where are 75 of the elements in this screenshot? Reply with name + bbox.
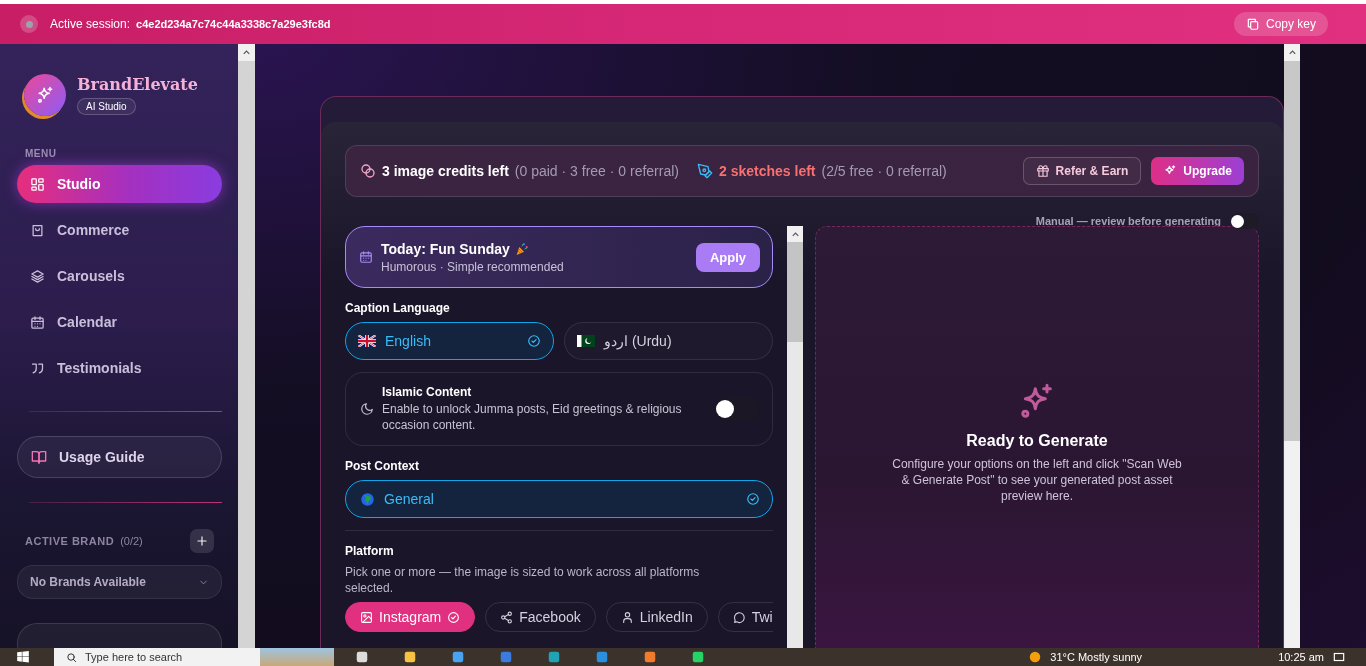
manual-mode-label: Manual — review before generating [1035,215,1221,227]
book-icon [31,449,47,465]
section-label: Post Context [345,459,420,473]
nav-item[interactable]: Carousels [17,257,222,295]
copy-key-button[interactable]: Copy key [1233,12,1328,36]
today-title: Today: Fun Sunday [381,240,510,257]
weather-text: 31°C Mostly sunny [1050,651,1143,663]
sun-icon [1028,650,1043,664]
usage-guide-button[interactable]: Usage Guide [17,436,222,478]
islamic-content-description: Enable to unlock Jumma posts, Eid greetings & religious occasion content. [382,401,683,433]
islamic-content-toggle[interactable] [716,397,760,421]
brand-dropdown[interactable]: No Brands Available [17,565,222,599]
copy-icon [1245,17,1260,31]
sketches-left: 2 sketches left [719,163,816,179]
language-option[interactable]: اردو (Urdu) [564,322,773,360]
post-context-option[interactable]: General [345,480,773,518]
search-icon [66,651,77,663]
person-icon [620,610,634,624]
brand-count: (0/2) [120,535,143,547]
scrollbar-thumb[interactable] [1284,61,1300,441]
nav-item[interactable]: Calendar [17,303,222,341]
taskbar-search-field[interactable]: Type here to search [54,648,334,666]
layers-icon [30,268,45,284]
studio-badge: AI Studio [77,98,136,115]
refer-button[interactable]: Refer & Earn [1022,157,1142,185]
section-label: Platform [345,544,395,558]
preview-description: Configure your options on the left and click "Scan Web & Generate Post" to see your generated post asset preview here. [891,456,1183,504]
scrollbar[interactable] [1284,44,1300,648]
status-dot-icon [20,15,38,33]
section-label: Caption Language [345,301,451,315]
image-icon [360,610,373,624]
nav-item[interactable]: Studio [17,165,222,203]
grid-icon [30,176,45,192]
plus-icon [195,534,209,548]
scrollbar[interactable] [238,44,255,648]
session-id: c4e2d234a7c74c44a3338c7a29e3fc8d [136,18,331,30]
shopping-bag-icon [30,222,45,238]
menu-heading: MENU [25,148,58,159]
session-label: Active session: [50,17,131,31]
manual-toggle[interactable] [1231,213,1259,229]
clock: 10:25 am [1278,651,1324,663]
flag-icon [577,335,595,347]
brand-name: BrandElevate [77,75,198,94]
scrollbar[interactable] [787,226,803,648]
image-credits-detail: (0 paid · 3 free · 0 referral) [514,163,679,179]
language-option[interactable]: English [345,322,554,360]
add-brand-button[interactable] [190,529,214,553]
preview-title: Ready to Generate [966,432,1108,450]
today-subtitle: Humorous · Simple recommended [381,259,564,274]
calendar-icon [30,314,45,330]
windows-logo-icon [16,650,30,664]
check-circle-icon [527,334,541,348]
platform-description: Pick one or more — the image is sized to work across all platforms selected. [345,564,701,596]
share-icon [500,610,514,624]
platform-chip[interactable]: Instagram [345,602,476,632]
active-brand-heading: ACTIVE BRAND [25,535,115,547]
nav-item[interactable]: Commerce [17,211,222,249]
nav-item[interactable]: Testimonials [17,349,222,387]
calendar-icon [359,250,373,264]
flag-icon [358,335,376,347]
gift-icon [1035,164,1050,178]
check-circle-icon [746,492,760,506]
scrollbar-thumb[interactable] [787,242,803,342]
check-circle-icon [447,610,461,624]
image-credits: 3 image credits left [382,163,509,179]
moon-icon [360,402,374,416]
pen-tool-icon [697,163,713,179]
quote-icon [30,360,45,376]
logo-icon [24,74,66,116]
chat-bubble-icon [732,610,746,624]
islamic-content-title: Islamic Content [382,385,473,399]
upgrade-button[interactable]: Upgrade [1151,157,1244,185]
coins-icon [360,163,376,179]
globe-icon [360,491,375,507]
sketches-detail: (2/5 free · 0 referral) [821,163,947,179]
